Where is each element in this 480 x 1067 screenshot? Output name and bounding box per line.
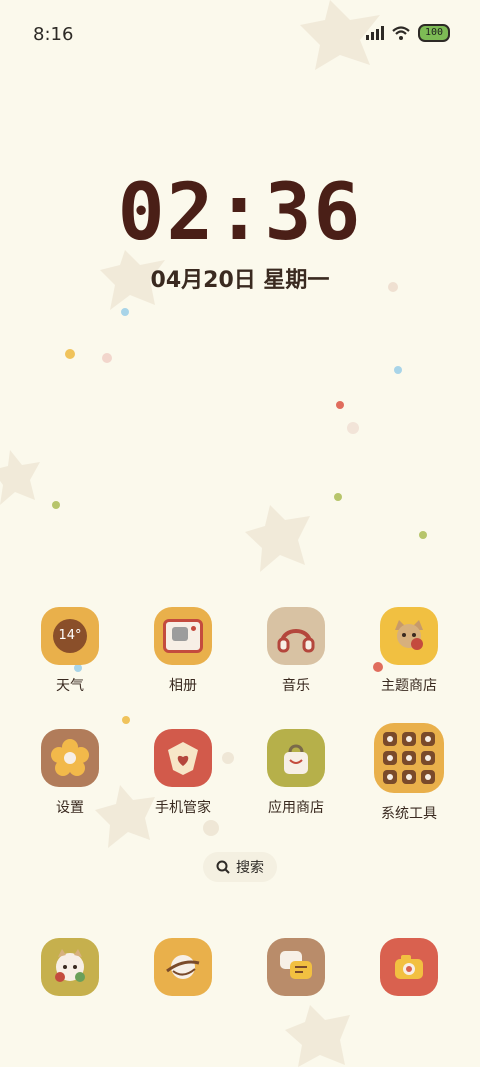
shopping-bag-icon [267,729,325,787]
app-row-1: 14° 天气 相册 音乐 主题商店 [0,607,480,717]
cat-with-flowers-icon [55,949,85,982]
clock-widget[interactable]: 02:36 04月20日 星期一 [0,168,480,294]
app-weather[interactable]: 14° 天气 [22,607,118,695]
dock-app-2[interactable] [154,938,212,996]
app-label: 相册 [169,678,197,694]
app-row-2: 设置 手机管家 应用商店 系统工具 [0,723,480,839]
gallery-icon [154,607,212,665]
wallpaper [0,0,427,1067]
app-gallery[interactable]: 相册 [135,607,231,695]
dock-app-1[interactable] [41,938,99,996]
app-theme-store[interactable]: 主题商店 [361,607,457,695]
dock-app-3[interactable] [267,938,325,996]
shield-heart-icon [154,729,212,787]
battery-icon: 100 [418,24,450,42]
app-label: 应用商店 [268,800,324,816]
weather-icon: 14° [41,607,99,665]
cat-character-icon [380,607,438,665]
app-app-store[interactable]: 应用商店 [248,729,344,817]
folder-icon [374,723,444,793]
signal-icon [366,26,384,40]
status-icons: 100 [366,24,450,42]
app-settings[interactable]: 设置 [22,729,118,817]
status-time: 8:16 [33,24,74,45]
search-button[interactable]: 搜索 [203,852,277,882]
search-icon [216,860,230,874]
app-label: 手机管家 [155,800,211,816]
app-label: 设置 [56,800,84,816]
search-label: 搜索 [236,860,264,876]
dock [0,938,480,996]
app-label: 系统工具 [381,806,437,822]
app-label: 音乐 [282,678,310,694]
clock-date: 04月20日 星期一 [150,268,330,293]
headphones-icon [267,607,325,665]
clock-time: 02:36 [117,168,363,258]
camera-icon [395,955,423,979]
app-music[interactable]: 音乐 [248,607,344,695]
app-label: 主题商店 [381,678,437,694]
status-bar: 8:16 100 [0,0,480,68]
wifi-icon [392,26,410,40]
app-label: 天气 [56,678,84,694]
app-phone-manager[interactable]: 手机管家 [135,729,231,817]
flower-gear-icon [41,729,99,787]
chat-bubbles-icon [280,951,312,979]
planet-icon [166,955,200,979]
weather-badge: 14° [53,619,87,653]
folder-system-tools[interactable]: 系统工具 [361,723,457,823]
dock-app-4[interactable] [380,938,438,996]
